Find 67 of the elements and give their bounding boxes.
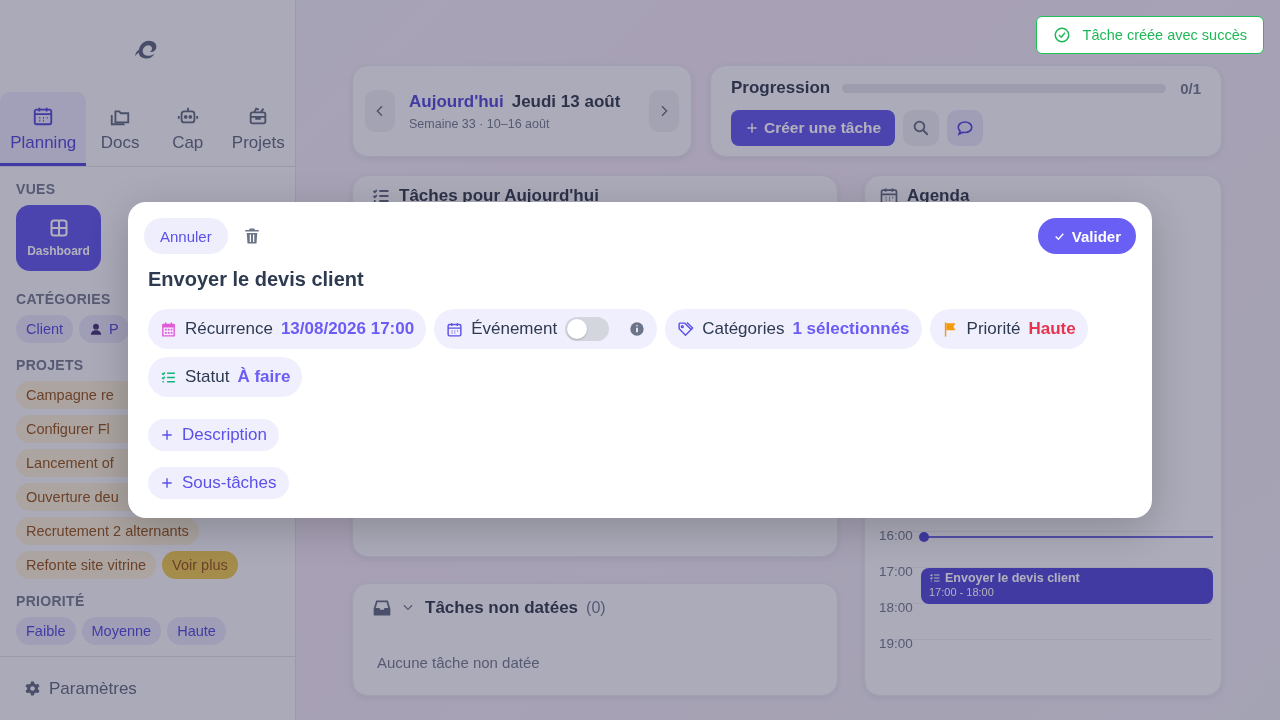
empty-message: Aucune tâche non datée [376, 654, 541, 671]
field-chip[interactable]: Événement [434, 309, 658, 349]
today-link[interactable]: Aujourd'hui [409, 91, 504, 112]
chat-bubble-icon [956, 119, 975, 137]
trash-icon [242, 227, 261, 245]
nav-tab[interactable]: Docs [86, 92, 154, 166]
section-heading: PROJETS [16, 357, 85, 373]
create-task-button[interactable]: Créer une tâche [731, 110, 896, 146]
nav-tab[interactable]: Cap [153, 92, 222, 166]
nav-tab[interactable]: Planning [0, 92, 87, 166]
progress-title: Progression [731, 78, 831, 98]
hour-label: 18:00 [879, 600, 914, 617]
settings-icon [24, 680, 41, 697]
section-heading: VUES [16, 181, 57, 197]
check-circle-icon [1052, 26, 1071, 44]
project-chip[interactable]: Recrutement 2 alternants [16, 517, 199, 545]
success-toast: Tâche créée avec succès [1035, 16, 1264, 54]
event-title: Envoyer le devis client [945, 571, 1080, 585]
cancel-button[interactable]: Annuler [144, 218, 228, 254]
week-label: Semaine 33 · 10–16 août [409, 116, 551, 131]
agenda-event[interactable]: Envoyer le devis client 17:00 - 18:00 [921, 568, 1213, 604]
plus-icon [745, 121, 759, 135]
category-chip[interactable]: Client [16, 315, 74, 343]
project-chip[interactable]: Refonte site vitrine [16, 551, 157, 579]
search-button[interactable] [903, 110, 940, 146]
plus-icon [160, 428, 174, 442]
person-icon [89, 322, 104, 336]
section-heading: CATÉGORIES [16, 291, 112, 307]
field-chip[interactable]: Catégories 1 sélectionnés [665, 309, 922, 349]
event-time: 17:00 - 18:00 [929, 586, 995, 598]
add-button[interactable]: Sous-tâches [148, 467, 289, 499]
calendar-icon [32, 105, 55, 127]
toggle-switch[interactable] [565, 317, 610, 341]
task-count: (0) [586, 599, 606, 617]
card-title: Tâches non datées [425, 598, 579, 618]
hour-label: 17:00 [879, 564, 914, 581]
task-title: Envoyer le devis client [148, 268, 365, 291]
calendar-icon [160, 320, 177, 338]
calendar-icon [446, 320, 464, 338]
card-title: Agenda [907, 186, 970, 206]
validate-button[interactable]: Valider [1037, 218, 1136, 254]
view-tile[interactable]: Dashboard [16, 205, 101, 271]
grid-icon [48, 218, 69, 238]
card-title: Tâches pour Aujourd'hui [399, 186, 599, 206]
add-button[interactable]: Description [148, 419, 280, 451]
field-chip[interactable]: Priorité Haute [929, 309, 1088, 349]
checklist-icon [929, 572, 941, 584]
search-icon [912, 119, 931, 137]
category-chip[interactable]: P [79, 315, 129, 343]
priority-chip[interactable]: Moyenne [81, 617, 162, 645]
hour-label: 19:00 [879, 636, 914, 653]
section-heading: PRIORITÉ [16, 593, 86, 609]
see-more-button[interactable]: Voir plus [162, 551, 238, 579]
tag-icon [677, 320, 695, 338]
plus-icon [160, 476, 174, 490]
inbox-icon [371, 598, 393, 618]
date-label: Jeudi 13 août [511, 91, 621, 112]
nav-tab[interactable]: Projets [221, 92, 295, 166]
info-icon[interactable] [629, 321, 646, 337]
field-chip[interactable]: Récurrence 13/08/2026 17:00 [148, 309, 427, 349]
chat-button[interactable] [947, 110, 984, 146]
progress-count: 0/1 [1180, 79, 1201, 97]
field-chip[interactable]: Statut À faire [148, 357, 303, 397]
settings-button[interactable]: Paramètres [0, 656, 295, 720]
hour-label: 16:00 [879, 528, 914, 545]
priority-chip[interactable]: Faible [16, 617, 76, 645]
priority-chip[interactable]: Haute [167, 617, 226, 645]
